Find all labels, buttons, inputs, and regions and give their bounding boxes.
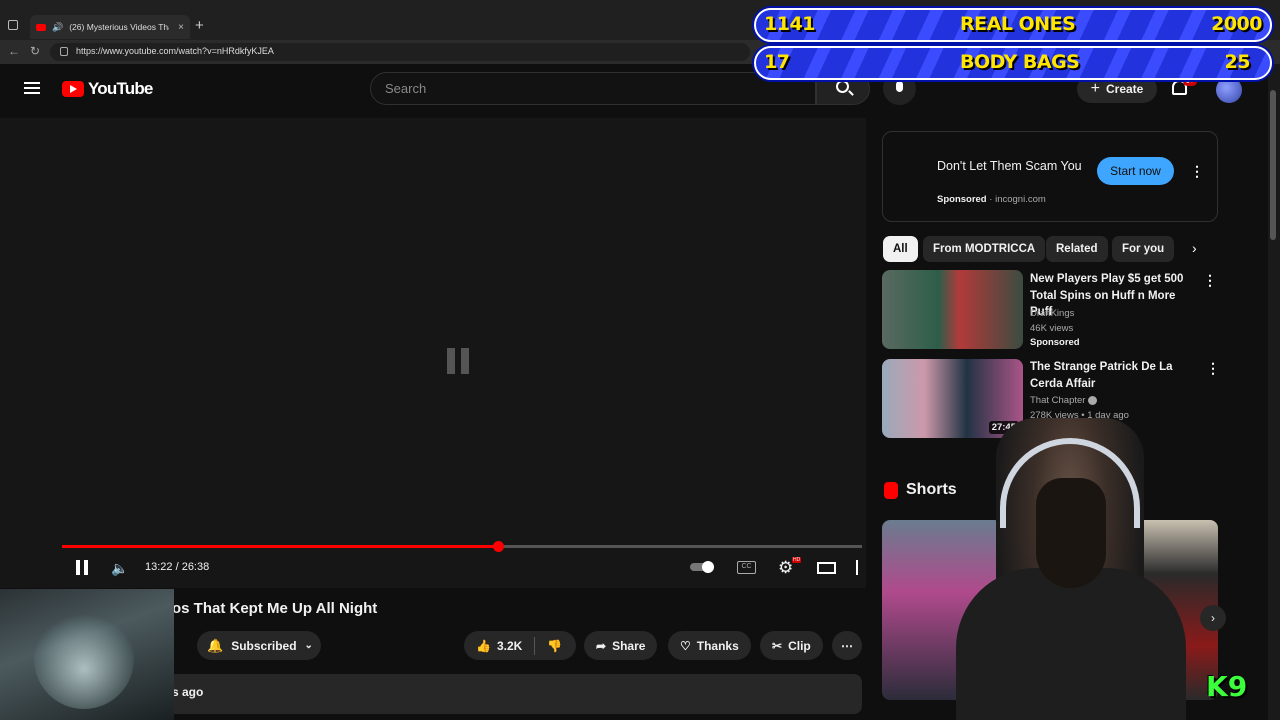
subscribed-button[interactable]: 🔔 Subscribed ⌄ [197, 631, 321, 660]
more-actions-button[interactable]: ⋯ [832, 631, 862, 660]
progress-played [62, 545, 498, 548]
tab-title: (26) Mysterious Videos That [69, 22, 170, 32]
webcam-overlay-left [0, 589, 174, 720]
ad-cta-button[interactable]: Start now [1097, 157, 1174, 185]
rec-views: 46K views [1030, 322, 1074, 334]
search-icon [836, 80, 849, 93]
chip-related[interactable]: Related [1046, 236, 1108, 262]
overlay-count: 1141 [764, 13, 815, 35]
like-count[interactable]: 3.2K [497, 639, 522, 653]
beard [1036, 478, 1106, 588]
rec-title[interactable]: The Strange Patrick De La Cerda Affair [1030, 359, 1200, 392]
shorts-next-button[interactable]: › [1200, 605, 1226, 631]
settings-gear-icon[interactable]: ⚙ [778, 558, 793, 578]
chevron-right-icon[interactable]: › [1192, 240, 1197, 256]
browser-tab[interactable]: 🔊 (26) Mysterious Videos That × [30, 15, 190, 39]
sponsored-tag: Sponsored [1030, 337, 1080, 348]
subscribed-label: Subscribed [231, 638, 297, 653]
clip-label: Clip [788, 638, 811, 653]
shorts-logo-icon [884, 481, 898, 499]
hd-badge: HD [792, 557, 802, 563]
rec-meta: DraftKings 46K views Sponsored [1030, 307, 1080, 351]
scissors-icon: ✂ [772, 638, 783, 653]
overlay-count: 17 [764, 51, 790, 73]
webcam-overlay-right [956, 418, 1186, 720]
dislike-icon[interactable]: 👎 [547, 639, 562, 653]
plus-icon: + [1090, 80, 1100, 97]
youtube-play-icon [62, 81, 84, 97]
rec-channel[interactable]: That Chapter [1030, 395, 1085, 406]
speaker-icon[interactable]: 🔊 [52, 22, 63, 33]
rec-channel[interactable]: DraftKings [1030, 307, 1080, 322]
overlay-label: REAL ONES [960, 13, 1076, 35]
ad-more-icon[interactable]: ⋮ [1190, 163, 1204, 180]
center-pause-icon [447, 348, 471, 374]
logo-text: YouTube [88, 79, 153, 98]
verified-icon [1088, 395, 1098, 405]
time-display: 13:22 / 26:38 [145, 561, 210, 573]
pause-icon[interactable] [75, 560, 89, 575]
upload-date: s ago [172, 685, 204, 699]
video-thumbnail[interactable]: 27:45 [882, 359, 1023, 438]
youtube-favicon-icon [36, 23, 46, 31]
close-tab-icon[interactable]: × [178, 22, 184, 33]
ad-domain: incogni.com [995, 194, 1046, 205]
back-icon[interactable]: ← [8, 44, 20, 58]
captions-icon[interactable]: CC [737, 561, 756, 574]
divider [534, 636, 536, 655]
like-dislike-group: 👍 3.2K 👎 [464, 631, 576, 660]
like-icon[interactable]: 👍 [476, 639, 491, 653]
clip-button[interactable]: ✂ Clip [760, 631, 823, 660]
chevron-down-icon: ⌄ [304, 640, 313, 651]
shorts-heading: Shorts [884, 481, 957, 499]
overlay-real-ones: 1141 REAL ONES 2000 [754, 8, 1272, 42]
site-info-icon[interactable] [60, 47, 68, 56]
url-field[interactable]: https://www.youtube.com/watch?v=nHRdkfyK… [50, 43, 750, 61]
avatar[interactable] [1216, 77, 1242, 103]
window-menu-icon[interactable] [8, 20, 18, 30]
share-icon: ➦ [596, 638, 607, 653]
bell-icon: 🔔 [207, 637, 224, 653]
scrollbar-thumb[interactable] [1270, 90, 1276, 240]
share-button[interactable]: ➦ Share [584, 631, 658, 660]
shirt [956, 568, 1186, 720]
scrubber-handle[interactable] [493, 541, 504, 552]
new-tab-icon[interactable]: + [195, 17, 204, 34]
glass-object [34, 609, 134, 709]
chip-from-channel[interactable]: From MODTRICCA [923, 236, 1046, 262]
ad-title[interactable]: Don't Let Them Scam You [937, 157, 1087, 175]
k9-logo: K9 [1206, 670, 1248, 703]
chip-all[interactable]: All [883, 236, 918, 262]
overlay-goal: 2000 [1211, 13, 1262, 35]
share-label: Share [612, 638, 646, 653]
ad-sponsor-line: Sponsored · incogni.com [937, 194, 1046, 205]
fullscreen-icon[interactable] [856, 560, 863, 575]
autoplay-toggle[interactable] [690, 561, 714, 573]
overlay-goal: 25 [1224, 51, 1251, 73]
video-title: os That Kept Me Up All Night [172, 600, 378, 617]
sponsored-label: Sponsored [937, 194, 987, 205]
overlay-body-bags: 17 BODY BAGS 25 [754, 46, 1272, 80]
thanks-label: Thanks [696, 638, 739, 653]
search-input[interactable]: Search [370, 72, 816, 105]
reload-icon[interactable]: ↻ [30, 44, 40, 58]
thanks-button[interactable]: ♡ Thanks [668, 631, 751, 660]
chip-for-you[interactable]: For you [1112, 236, 1175, 262]
progress-bar[interactable] [62, 541, 862, 552]
rec-more-icon[interactable]: ⋮ [1206, 360, 1220, 377]
volume-icon[interactable]: 🔈 [111, 560, 128, 577]
theater-mode-icon[interactable] [817, 562, 836, 574]
shorts-title: Shorts [906, 481, 957, 498]
overlay-label: BODY BAGS [960, 51, 1080, 73]
youtube-logo[interactable]: YouTube [62, 79, 153, 99]
rec-more-icon[interactable]: ⋮ [1203, 272, 1217, 289]
video-thumbnail[interactable] [882, 270, 1023, 349]
thanks-icon: ♡ [680, 638, 691, 653]
video-player[interactable] [0, 118, 866, 588]
hamburger-menu-icon[interactable] [24, 82, 40, 94]
create-label: Create [1105, 82, 1144, 96]
